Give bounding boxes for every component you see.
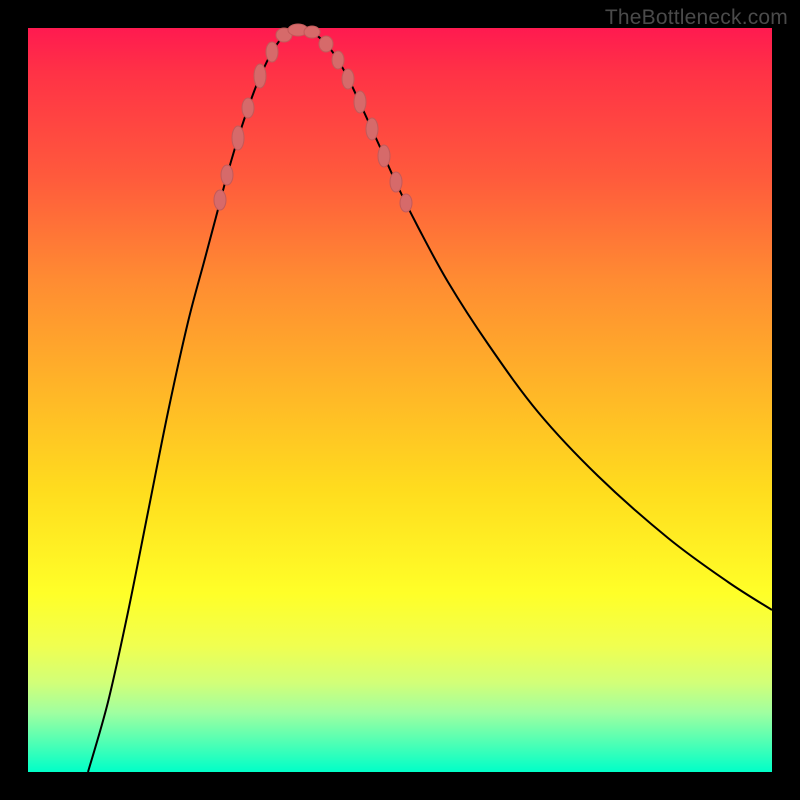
curve-marker (342, 69, 354, 89)
curve-marker (400, 194, 412, 212)
curve-marker (242, 98, 254, 118)
curve-marker (354, 91, 366, 113)
watermark-text: TheBottleneck.com (605, 6, 788, 30)
curve-marker (254, 64, 266, 88)
curve-marker (214, 190, 226, 210)
curve-marker (366, 118, 378, 140)
curve-marker (378, 145, 390, 167)
curve-marker (266, 42, 278, 62)
chart-frame (28, 28, 772, 772)
bottleneck-plot (28, 28, 772, 772)
curve-marker (332, 51, 344, 69)
bottleneck-curve (88, 29, 772, 772)
curve-marker (304, 26, 320, 38)
curve-marker (232, 126, 244, 150)
curve-marker (390, 172, 402, 192)
curve-marker (221, 165, 233, 185)
curve-marker (319, 36, 333, 52)
